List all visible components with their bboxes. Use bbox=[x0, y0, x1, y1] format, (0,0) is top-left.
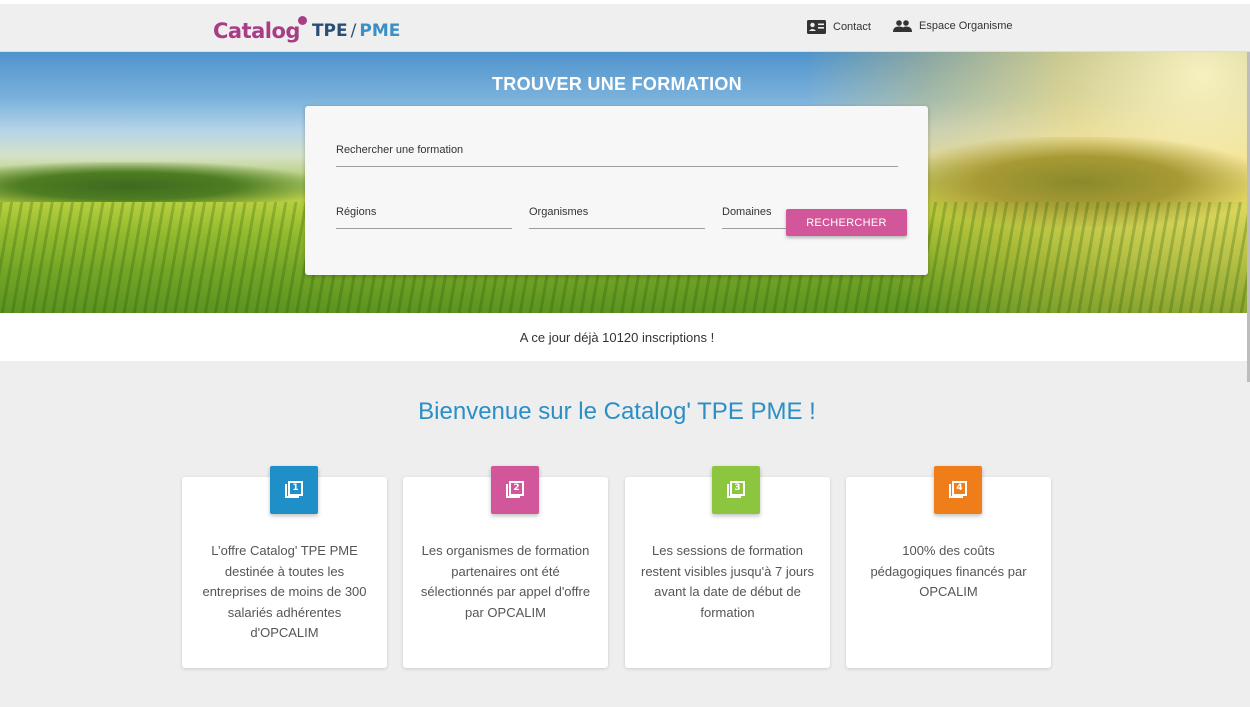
info-card-3-badge: 3 bbox=[712, 466, 760, 514]
site-header: Catalog TPE / PME Contact Espace Organis… bbox=[0, 4, 1250, 52]
logo-slash-text: / bbox=[350, 21, 357, 41]
inscriptions-counter-text: A ce jour déjà 10120 inscriptions ! bbox=[519, 330, 715, 345]
info-card-2-badge: 2 bbox=[491, 466, 539, 514]
contact-card-icon bbox=[807, 20, 826, 34]
search-formation-label: Rechercher une formation bbox=[336, 144, 464, 156]
hero-title: TROUVER UNE FORMATION bbox=[492, 74, 742, 94]
regions-label: Régions bbox=[336, 206, 377, 218]
nav-espace-organisme-link[interactable]: Espace Organisme bbox=[893, 20, 1013, 32]
logo-catalog-text: Catalog bbox=[213, 16, 307, 43]
search-formation-input[interactable]: Rechercher une formation bbox=[336, 136, 898, 167]
hero-trees-left bbox=[0, 162, 320, 202]
nav-espace-organisme-label: Espace Organisme bbox=[919, 20, 1013, 32]
domaines-label: Domaines bbox=[722, 206, 772, 218]
site-logo[interactable]: Catalog TPE / PME bbox=[213, 13, 400, 43]
nav-contact-link[interactable]: Contact bbox=[807, 20, 871, 34]
info-card-1-badge: 1 bbox=[270, 466, 318, 514]
welcome-title: Bienvenue sur le Catalog' TPE PME ! bbox=[418, 398, 816, 425]
logo-pme-text: PME bbox=[359, 21, 401, 41]
info-card-4-badge: 4 bbox=[934, 466, 982, 514]
logo-dot-icon bbox=[297, 16, 307, 25]
organismes-select[interactable]: Organismes bbox=[529, 198, 705, 229]
search-form-card: Rechercher une formation Régions Organis… bbox=[305, 106, 928, 275]
filter-4-icon: 4 bbox=[949, 481, 967, 499]
filter-2-icon: 2 bbox=[506, 481, 524, 499]
info-card-3-text: Les sessions de formation restent visibl… bbox=[640, 543, 814, 620]
info-card-4-text: 100% des coûts pédagogiques financés par… bbox=[870, 543, 1027, 599]
regions-select[interactable]: Régions bbox=[336, 198, 512, 229]
nav-contact-label: Contact bbox=[833, 21, 871, 33]
filter-1-icon: 1 bbox=[285, 481, 303, 499]
hero-banner: TROUVER UNE FORMATION Rechercher une for… bbox=[0, 52, 1250, 313]
rechercher-button[interactable]: RECHERCHER bbox=[786, 209, 907, 236]
people-icon bbox=[893, 20, 912, 32]
info-card-1-text: L’offre Catalog' TPE PME destinée à tout… bbox=[202, 543, 367, 640]
logo-tpe-text: TPE bbox=[311, 21, 348, 41]
info-card-2-text: Les organismes de formation partenaires … bbox=[420, 543, 591, 620]
inscriptions-counter: A ce jour déjà 10120 inscriptions ! bbox=[0, 313, 1250, 361]
filter-3-icon: 3 bbox=[727, 481, 745, 499]
organismes-label: Organismes bbox=[529, 206, 589, 218]
